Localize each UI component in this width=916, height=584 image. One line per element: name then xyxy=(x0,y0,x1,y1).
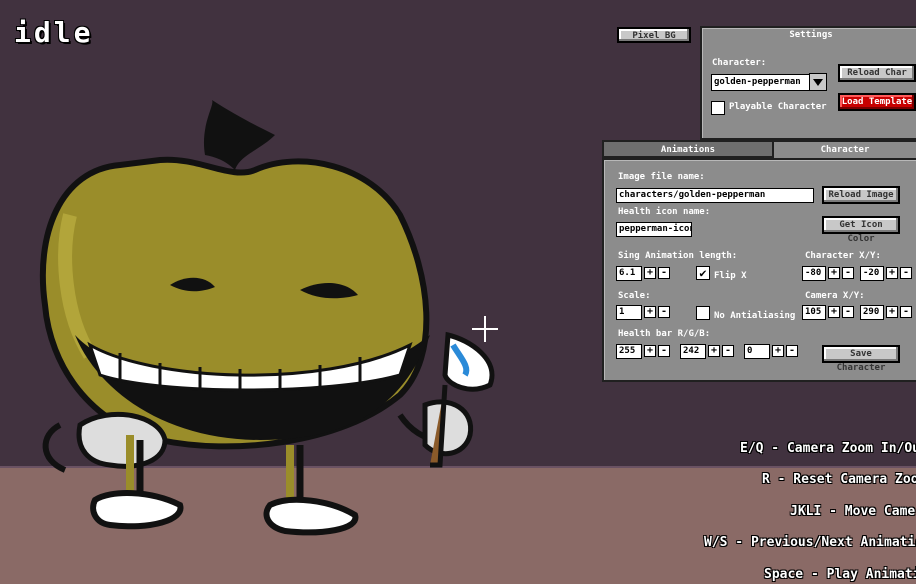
load-template-button[interactable]: Load Template xyxy=(838,93,916,111)
playable-checkbox[interactable] xyxy=(711,101,725,115)
hint-move-camera: JKLI - Move Camera xyxy=(790,504,916,519)
character-x-input[interactable]: -80 xyxy=(802,266,826,281)
pixel-bg-button[interactable]: Pixel BG xyxy=(617,27,691,43)
character-label: Character: xyxy=(712,58,767,68)
chevron-down-icon[interactable] xyxy=(809,73,827,91)
scale-minus-button[interactable]: - xyxy=(658,306,670,318)
camera-y-minus-button[interactable]: - xyxy=(900,306,912,318)
scale-input[interactable]: 1 xyxy=(616,305,642,320)
playable-label: Playable Character xyxy=(729,102,827,112)
no-antialiasing-checkbox[interactable] xyxy=(696,306,710,320)
character-x-plus-button[interactable]: + xyxy=(828,267,840,279)
health-icon-label: Health icon name: xyxy=(618,207,711,217)
sing-length-plus-button[interactable]: + xyxy=(644,267,656,279)
character-sprite[interactable] xyxy=(0,95,520,555)
health-g-plus-button[interactable]: + xyxy=(708,345,720,357)
character-panel: Image file name: characters/golden-peppe… xyxy=(602,158,916,382)
tab-character[interactable]: Character xyxy=(772,140,916,158)
character-y-plus-button[interactable]: + xyxy=(886,267,898,279)
health-b-minus-button[interactable]: - xyxy=(786,345,798,357)
save-character-button[interactable]: Save Character xyxy=(822,345,900,373)
tab-bar: Animations Character xyxy=(602,140,916,160)
health-g-minus-button[interactable]: - xyxy=(722,345,734,357)
health-g-input[interactable]: 242 xyxy=(680,344,706,359)
health-b-input[interactable]: 0 xyxy=(744,344,770,359)
health-b-plus-button[interactable]: + xyxy=(772,345,784,357)
settings-title: Settings xyxy=(789,30,833,40)
scale-plus-button[interactable]: + xyxy=(644,306,656,318)
camera-y-plus-button[interactable]: + xyxy=(886,306,898,318)
sing-length-input[interactable]: 6.1 xyxy=(616,266,642,281)
camera-x-plus-button[interactable]: + xyxy=(828,306,840,318)
get-icon-color-button[interactable]: Get Icon Color xyxy=(822,216,900,244)
flip-x-checkbox[interactable]: ✔ xyxy=(696,266,710,280)
reload-image-button[interactable]: Reload Image xyxy=(822,186,900,204)
image-file-label: Image file name: xyxy=(618,172,705,182)
camera-x-minus-button[interactable]: - xyxy=(842,306,854,318)
character-y-input[interactable]: -20 xyxy=(860,266,884,281)
hint-play-animation: Space - Play Animation xyxy=(764,567,916,582)
camera-x-input[interactable]: 105 xyxy=(802,305,826,320)
settings-panel: Settings Character: golden-pepperman Rel… xyxy=(700,26,916,140)
no-antialiasing-label: No Antialiasing xyxy=(714,311,796,321)
flip-x-label: Flip X xyxy=(714,271,747,281)
health-bar-label: Health bar R/G/B: xyxy=(618,329,711,339)
camera-xy-label: Camera X/Y: xyxy=(805,291,865,301)
health-r-minus-button[interactable]: - xyxy=(658,345,670,357)
camera-crosshair xyxy=(472,316,498,342)
character-dropdown[interactable]: golden-pepperman xyxy=(711,74,811,91)
sing-length-label: Sing Animation length: xyxy=(618,251,738,261)
tab-animations[interactable]: Animations xyxy=(602,140,774,158)
hint-reset-zoom: R - Reset Camera Zoom xyxy=(762,472,916,487)
image-file-input[interactable]: characters/golden-pepperman xyxy=(616,188,814,203)
hint-zoom: E/Q - Camera Zoom In/Out xyxy=(740,441,916,456)
health-icon-input[interactable]: pepperman-icon xyxy=(616,222,692,237)
character-xy-label: Character X/Y: xyxy=(805,251,881,261)
scale-label: Scale: xyxy=(618,291,651,301)
hint-prev-next-animation: W/S - Previous/Next Animation xyxy=(704,535,916,550)
camera-y-input[interactable]: 290 xyxy=(860,305,884,320)
sing-length-minus-button[interactable]: - xyxy=(658,267,670,279)
character-x-minus-button[interactable]: - xyxy=(842,267,854,279)
animation-name-label: idle xyxy=(14,16,94,49)
character-y-minus-button[interactable]: - xyxy=(900,267,912,279)
health-r-input[interactable]: 255 xyxy=(616,344,642,359)
health-r-plus-button[interactable]: + xyxy=(644,345,656,357)
reload-char-button[interactable]: Reload Char xyxy=(838,64,916,82)
